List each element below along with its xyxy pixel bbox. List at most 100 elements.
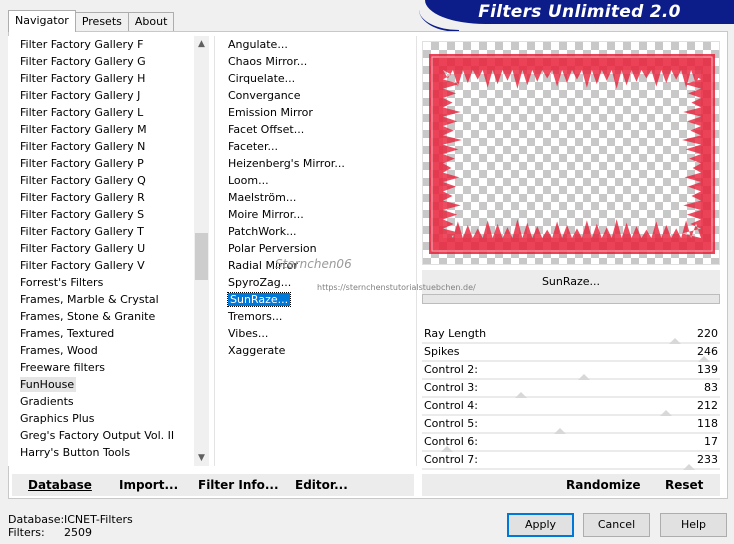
import-button[interactable]: Import... [119,474,178,496]
randomize-button[interactable]: Randomize [566,474,640,496]
control-slider[interactable]: Control 5: 118 [422,416,720,434]
control-value: 233 [697,453,718,466]
category-item[interactable]: Filter Factory Gallery R [8,189,194,206]
control-slider[interactable]: Control 4: 212 [422,398,720,416]
category-item[interactable]: Graphics Plus [8,410,194,427]
category-item[interactable]: Filter Factory Gallery F [8,36,194,53]
preview-canvas [422,41,720,265]
category-item[interactable]: Frames, Marble & Crystal [8,291,194,308]
filter-list[interactable]: Angulate... Chaos Mirror... Cirquelate... C… [220,36,410,466]
sunraze-frame-preview [429,54,715,254]
filter-item[interactable]: Vibes... [220,325,410,342]
category-label: Forrest's Filters [20,276,104,289]
category-item[interactable]: Filter Factory Gallery V [8,257,194,274]
filter-item[interactable]: Chaos Mirror... [220,53,410,70]
database-button[interactable]: Database [28,474,92,496]
category-label: FunHouse [20,377,77,392]
control-label: Control 5: [424,417,478,430]
category-item[interactable]: Filter Factory Gallery Q [8,172,194,189]
control-slider[interactable]: Ray Length 220 [422,326,720,344]
category-label: Filter Factory Gallery P [20,157,144,170]
category-item[interactable]: Filter Factory Gallery P [8,155,194,172]
category-label: Freeware filters [20,361,105,374]
control-label: Control 3: [424,381,478,394]
category-item[interactable]: Forrest's Filters [8,274,194,291]
category-item[interactable]: Filter Factory Gallery T [8,223,194,240]
control-slider[interactable]: Control 3: 83 [422,380,720,398]
control-label: Control 7: [424,453,478,466]
control-slider[interactable]: Control 7: 233 [422,452,720,470]
progress-bar [422,294,720,304]
editor-button[interactable]: Editor... [295,474,348,496]
control-value: 17 [704,435,718,448]
category-item[interactable]: Filter Factory Gallery N [8,138,194,155]
control-slider[interactable]: Control 6: 17 [422,434,720,452]
filter-item[interactable]: Maelström... [220,189,410,206]
category-label: Filter Factory Gallery H [20,72,146,85]
filters-count: 2509 [64,526,92,539]
filter-item[interactable]: Loom... [220,172,410,189]
category-item[interactable]: Filter Factory Gallery S [8,206,194,223]
filter-item[interactable]: Xaggerate [220,342,410,359]
category-item[interactable]: Frames, Textured [8,325,194,342]
slider-knob[interactable] [683,464,696,470]
filter-item[interactable]: Polar Perversion [220,240,410,257]
category-item[interactable]: Filter Factory Gallery M [8,121,194,138]
filter-item[interactable]: PatchWork... [220,223,410,240]
filter-item[interactable]: Faceter... [220,138,410,155]
category-item[interactable]: Filter Factory Gallery U [8,240,194,257]
category-label: Frames, Stone & Granite [20,310,156,323]
filter-item[interactable]: SunRaze... [220,291,410,308]
category-list[interactable]: Filter Factory Gallery F Filter Factory G… [8,36,194,466]
control-value: 139 [697,363,718,376]
filter-item[interactable]: Emission Mirror [220,104,410,121]
tab-about[interactable]: About [127,12,175,32]
filter-item[interactable]: Heizenberg's Mirror... [220,155,410,172]
category-item[interactable]: Filter Factory Gallery J [8,87,194,104]
category-item[interactable]: Filter Factory Gallery G [8,53,194,70]
category-label: Filter Factory Gallery G [20,55,146,68]
category-item[interactable]: FunHouse [8,376,194,393]
filter-item[interactable]: Facet Offset... [220,121,410,138]
scroll-up-icon[interactable]: ▲ [194,36,209,52]
filter-label: Tremors... [228,310,283,323]
category-label: Filter Factory Gallery S [20,208,145,221]
category-scrollbar[interactable]: ▲ ▼ [194,36,209,466]
control-value: 83 [704,381,718,394]
scroll-thumb[interactable] [195,233,208,280]
category-item[interactable]: Filter Factory Gallery L [8,104,194,121]
filter-item[interactable]: Tremors... [220,308,410,325]
reset-button[interactable]: Reset [665,474,703,496]
scroll-down-icon[interactable]: ▼ [194,450,209,466]
filter-label: Facet Offset... [228,123,305,136]
frame-band [429,54,715,254]
category-item[interactable]: Gradients [8,393,194,410]
category-item[interactable]: Greg's Factory Output Vol. II [8,427,194,444]
cancel-button[interactable]: Cancel [583,513,650,537]
tab-navigator[interactable]: Navigator [8,10,76,32]
category-label: Gradients [20,395,74,408]
category-item[interactable]: Filter Factory Gallery H [8,70,194,87]
filter-item[interactable]: Moire Mirror... [220,206,410,223]
filter-item[interactable]: Angulate... [220,36,410,53]
control-value: 212 [697,399,718,412]
filter-info-button[interactable]: Filter Info... [198,474,279,496]
control-slider[interactable]: Control 2: 139 [422,362,720,380]
filter-item[interactable]: Convergance [220,87,410,104]
filter-label: Loom... [228,174,269,187]
category-label: Filter Factory Gallery M [20,123,147,136]
category-item[interactable]: Frames, Wood [8,342,194,359]
category-label: Filter Factory Gallery J [20,89,141,102]
filter-label: Vibes... [228,327,269,340]
control-slider[interactable]: Spikes 246 [422,344,720,362]
category-item[interactable]: Frames, Stone & Granite [8,308,194,325]
watermark: Sternchen06 https://sternchenstutorialst… [275,257,476,292]
filter-item[interactable]: Cirquelate... [220,70,410,87]
category-item[interactable]: Harry's Button Tools [8,444,194,461]
apply-button[interactable]: Apply [507,513,574,537]
filter-label: PatchWork... [228,225,297,238]
category-item[interactable]: Freeware filters [8,359,194,376]
filter-label: Heizenberg's Mirror... [228,157,345,170]
tab-presets[interactable]: Presets [74,12,129,32]
help-button[interactable]: Help [660,513,727,537]
